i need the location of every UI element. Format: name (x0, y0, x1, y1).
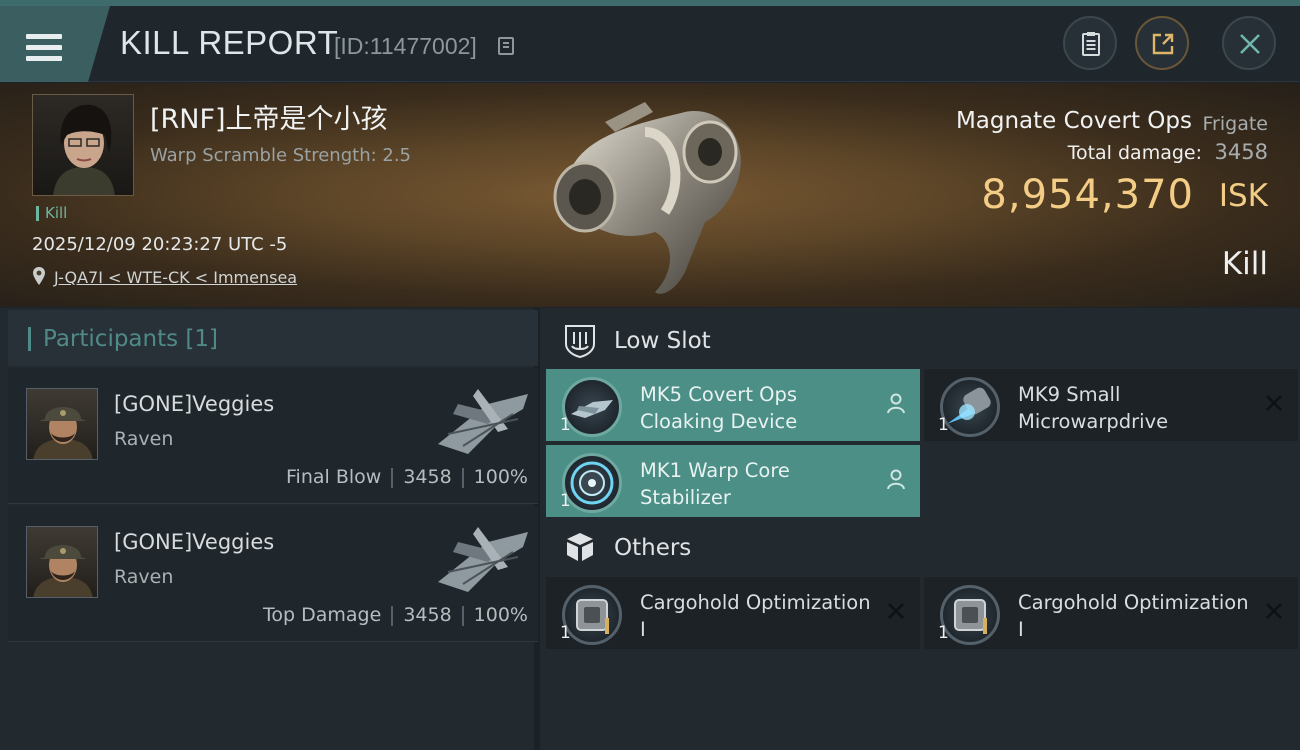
module-item[interactable]: 1 MK1 Warp Core Stabilizer (546, 445, 920, 517)
destroyed-x-icon (1266, 395, 1282, 411)
participant-percent: 100% (473, 466, 528, 488)
participant-row[interactable]: [GONE]Veggies Raven Top Damage 3458 100% (8, 506, 538, 642)
module-name: MK1 Warp Core Stabilizer (640, 459, 790, 509)
close-icon (1240, 34, 1260, 54)
destroyed-x-icon (888, 603, 904, 619)
module-item[interactable]: 1 Cargohold Optimization I (546, 577, 920, 649)
total-damage-label: Total damage: (1067, 142, 1202, 164)
share-button[interactable] (1135, 16, 1189, 70)
participant-ship-image (438, 527, 528, 592)
ship-name[interactable]: Magnate Covert Ops (956, 108, 1192, 134)
share-icon (1152, 33, 1174, 55)
module-qty: 1 (938, 623, 949, 643)
victim-avatar-image (53, 104, 115, 195)
participant-name[interactable]: [GONE]Veggies (114, 392, 274, 416)
module-name: MK5 Covert Ops Cloaking Device (640, 383, 798, 433)
location-pin-icon (33, 267, 45, 285)
module-qty: 1 (560, 623, 571, 643)
module-item[interactable]: 1 Cargohold Optimization I (924, 577, 1298, 649)
stat-divider (461, 467, 464, 488)
destroyed-x-icon (1266, 603, 1282, 619)
kill-datetime: 2025/12/09 20:23:27 UTC -5 (32, 234, 288, 255)
participant-stats: Top Damage 3458 100% (263, 604, 528, 626)
total-damage-value: 3458 (1214, 140, 1268, 164)
module-name: Cargohold Optimization I (1018, 591, 1249, 641)
cargohold-optimization-icon (562, 585, 622, 645)
isk-value: 8,954,370 (981, 172, 1194, 218)
participant-percent: 100% (473, 604, 528, 626)
participant-name[interactable]: [GONE]Veggies (114, 530, 274, 554)
stat-divider (391, 605, 394, 626)
microwarpdrive-icon (940, 377, 1000, 437)
hamburger-menu-icon (26, 34, 62, 62)
low-slot-icon (565, 325, 595, 358)
others-title: Others (614, 535, 692, 561)
participant-stats: Final Blow 3458 100% (286, 466, 528, 488)
participant-role: Top Damage (263, 604, 382, 626)
participant-ship: Raven (114, 428, 174, 450)
participant-damage: 3458 (403, 466, 452, 488)
participant-avatar (26, 526, 98, 598)
stat-divider (391, 467, 394, 488)
warp-core-stabilizer-icon (562, 453, 622, 513)
location-link[interactable]: J-QA7I < WTE-CK < Immensea (54, 268, 297, 287)
module-item[interactable]: 1 MK5 Covert Ops Cloaking Device (546, 369, 920, 441)
ship-render-image (553, 102, 741, 294)
participants-count: [1] (185, 326, 219, 352)
low-slot-title: Low Slot (614, 328, 711, 354)
kill-tag: Kill (36, 206, 67, 221)
participant-avatar (26, 388, 98, 460)
cargohold-optimization-icon (940, 585, 1000, 645)
clipboard-button[interactable] (1063, 16, 1117, 70)
dropped-person-icon (887, 469, 905, 490)
cloaking-device-icon (562, 377, 622, 437)
participant-ship: Raven (114, 566, 174, 588)
close-button[interactable] (1222, 16, 1276, 70)
clipboard-icon (1082, 32, 1100, 56)
module-qty: 1 (560, 491, 571, 511)
copy-id-icon[interactable] (498, 37, 514, 55)
victim-portrait[interactable] (32, 94, 134, 196)
ship-class: Frigate (1202, 113, 1268, 135)
module-qty: 1 (560, 415, 571, 435)
participant-ship-image (438, 389, 528, 454)
dropped-person-icon (887, 393, 905, 414)
module-name: MK9 Small Microwarpdrive (1018, 383, 1169, 433)
others-cube-icon (567, 533, 593, 561)
result-label: Kill (1221, 246, 1268, 282)
participant-role: Final Blow (286, 466, 382, 488)
module-qty: 1 (938, 415, 949, 435)
victim-name[interactable]: [RNF]上帝是个小孩 (150, 97, 388, 136)
participants-title: Participants [1] (28, 327, 218, 351)
module-item[interactable]: 1 MK9 Small Microwarpdrive (924, 369, 1298, 441)
warp-scramble-strength: Warp Scramble Strength: 2.5 (150, 145, 412, 166)
isk-unit: ISK (1218, 178, 1268, 214)
participant-damage: 3458 (403, 604, 452, 626)
participants-title-label: Participants (43, 326, 179, 352)
module-name: Cargohold Optimization I (640, 591, 871, 641)
stat-divider (461, 605, 464, 626)
page-title: KILL REPORT (120, 24, 339, 61)
participant-row[interactable]: [GONE]Veggies Raven Final Blow 3458 100% (8, 368, 538, 504)
report-id: [ID:11477002] (334, 33, 477, 59)
